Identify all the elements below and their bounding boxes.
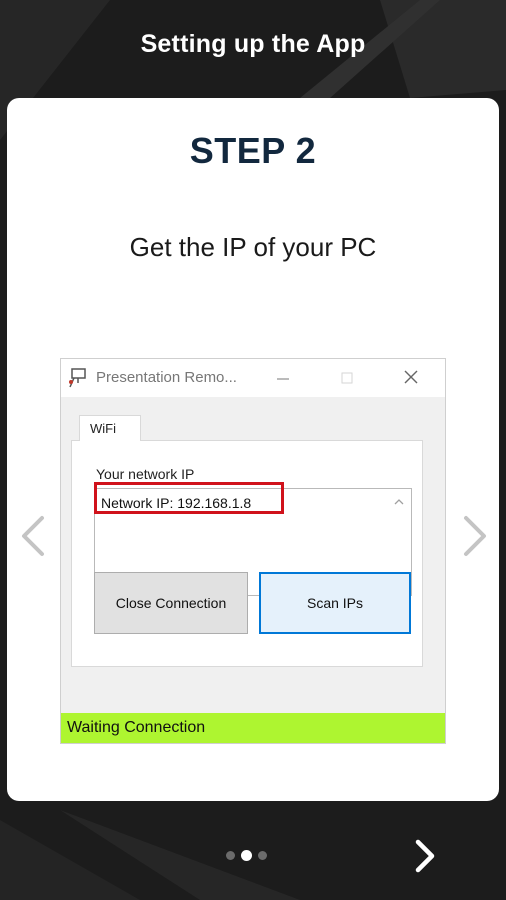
window-minimize-button[interactable] [269,365,297,391]
close-connection-button[interactable]: Close Connection [94,572,248,634]
next-slide-button[interactable] [460,512,490,560]
presentation-remote-app-icon [69,368,86,388]
window-titlebar: Presentation Remo... [61,359,445,397]
minimize-icon [277,378,289,380]
close-icon [404,370,418,384]
pager-dot-active[interactable] [241,849,252,861]
window-body: WiFi Your network IP Network IP: 192.168… [61,397,445,743]
previous-slide-button[interactable] [18,512,48,560]
page-title: Setting up the App [140,30,366,58]
connection-status-bar: Waiting Connection [61,713,445,743]
chevron-right-icon [464,516,486,556]
maximize-icon [341,372,353,384]
window-close-button[interactable] [397,365,425,391]
wifi-tab-panel: Your network IP Network IP: 192.168.1.8 … [71,440,423,667]
step-title: STEP 2 [189,130,317,171]
tab-wifi[interactable]: WiFi [79,415,141,441]
scroll-up-icon[interactable] [393,497,405,507]
window-maximize-button[interactable] [333,365,361,391]
chevron-right-icon [415,839,435,873]
pager-dots [226,849,267,861]
bottom-next-button[interactable] [408,834,442,878]
scan-ips-button[interactable]: Scan IPs [259,572,411,634]
pager-dot[interactable] [226,850,235,860]
desktop-app-window: Presentation Remo... WiFi Your network I… [60,358,446,744]
pager-dot[interactable] [258,850,267,860]
network-ip-value: Network IP: 192.168.1.8 [101,495,252,511]
step-description: Get the IP of your PC [129,232,377,262]
network-ip-label: Your network IP [96,466,195,482]
window-title: Presentation Remo... [96,369,237,386]
chevron-left-icon [22,516,44,556]
